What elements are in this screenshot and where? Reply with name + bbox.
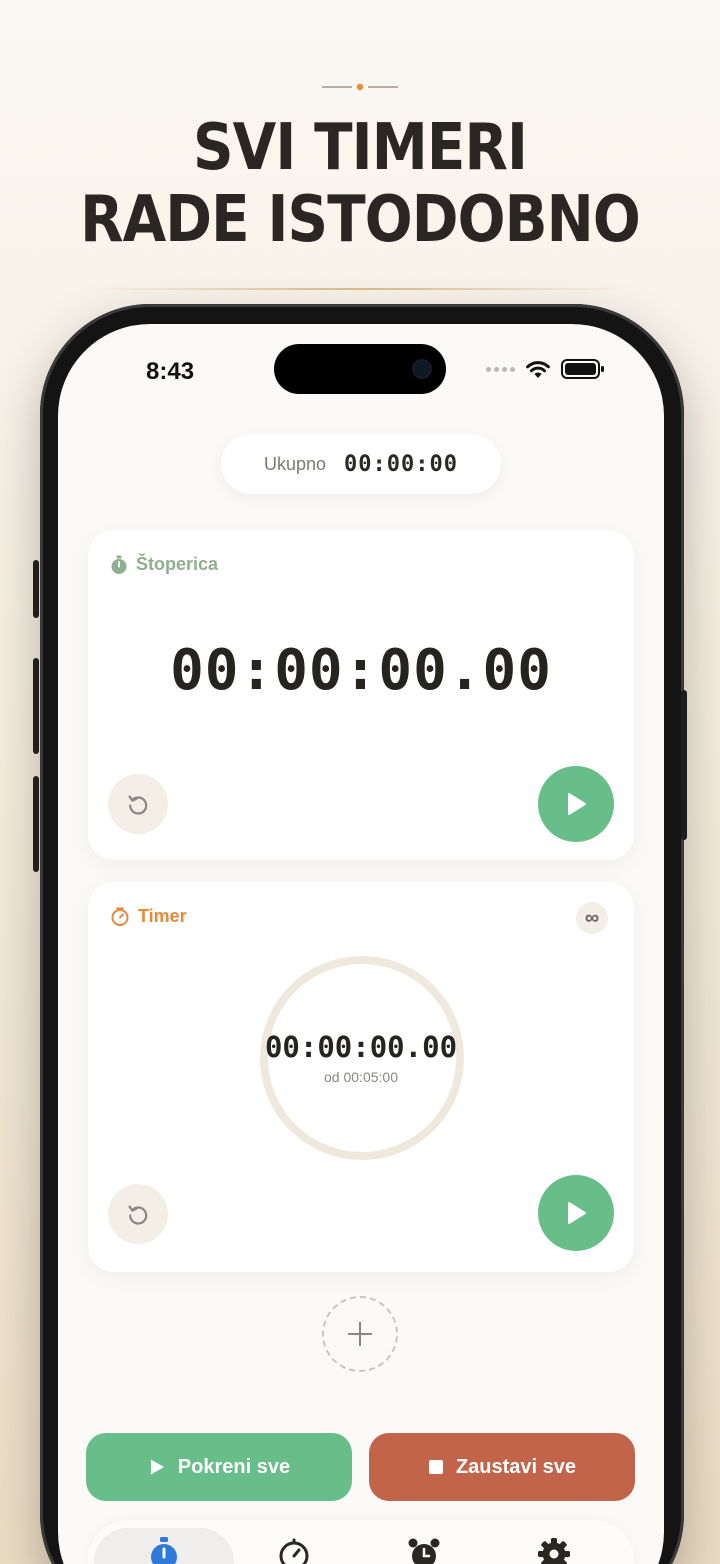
phone-screen: 8:43 Ukupno 00:00:00 Štoperica 00:00:00.… [58,324,664,1564]
timer-play-button[interactable] [538,1175,614,1251]
stop-icon [428,1460,443,1474]
timer-reset-button[interactable] [108,1184,168,1244]
dynamic-island [274,344,446,394]
reset-icon [128,795,148,815]
tab-settings[interactable] [484,1528,624,1564]
phone-action-button [33,560,39,618]
headline: SVI TIMERI RADE ISTODOBNO [43,112,677,256]
stop-all-button[interactable]: Zaustavi sve [369,1433,635,1501]
headline-divider [90,288,630,290]
stopwatch-title-label: Štoperica [136,554,219,574]
start-all-label: Pokreni sve [177,1455,291,1478]
timer-title-label: Timer [138,906,187,926]
stopwatch-play-button[interactable] [538,766,614,842]
timer-tab-icon [279,1538,309,1564]
headline-line-2: RADE ISTODOBNO [80,183,641,257]
phone-power-button [681,690,687,840]
stopwatch-card: Štoperica 00:00:00.00 [88,530,634,860]
stopwatch-tab-icon [151,1537,177,1564]
timer-title: Timer [110,906,187,927]
timer-icon [111,907,129,926]
status-time: 8:43 [146,358,195,385]
timer-duration-label: od 00:05:00 [324,1069,398,1085]
alarm-clock-icon [408,1538,440,1564]
stopwatch-display: 00:00:00.00 [170,638,552,703]
total-time-pill: Ukupno 00:00:00 [221,434,501,494]
total-label: Ukupno [263,453,327,474]
start-all-button[interactable]: Pokreni sve [86,1433,352,1501]
timer-display: 00:00:00.00 [264,1030,458,1064]
headline-line-1: SVI TIMERI [192,111,528,185]
tab-alarm[interactable] [354,1528,494,1564]
play-icon [150,1459,164,1475]
signal-dots-icon [486,366,515,372]
plus-icon [348,1322,372,1346]
settings-gear-icon [538,1538,570,1564]
stop-all-label: Zaustavi sve [455,1455,577,1478]
repeat-infinite-toggle[interactable]: ∞ [576,902,608,934]
stopwatch-icon [111,555,127,574]
tab-timer[interactable] [224,1528,364,1564]
tab-bar [88,1520,634,1564]
front-camera [414,361,430,377]
play-icon [568,793,586,815]
wifi-icon [526,361,550,378]
stopwatch-reset-button[interactable] [108,774,168,834]
headline-ornament [322,83,398,91]
tab-stopwatch[interactable] [94,1528,234,1564]
stopwatch-title: Štoperica [110,554,218,575]
phone-volume-down-button [33,776,39,872]
play-icon [568,1202,586,1224]
add-timer-button[interactable] [322,1296,398,1372]
timer-card: Timer ∞ 00:00:00.00 od 00:05:00 [88,882,634,1272]
status-icons [486,358,605,380]
total-value: 00:00:00 [344,451,458,477]
reset-icon [128,1205,148,1225]
phone-volume-up-button [33,658,39,754]
battery-icon [561,359,604,379]
